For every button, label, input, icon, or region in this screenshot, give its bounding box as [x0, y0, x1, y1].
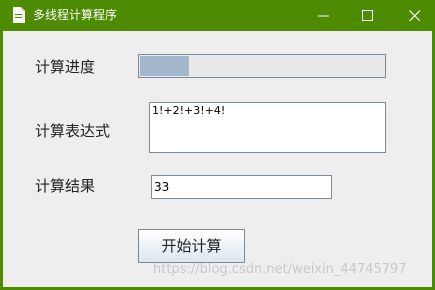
expression-label: 计算表达式: [35, 122, 111, 140]
maximize-button[interactable]: [345, 0, 391, 31]
start-calculation-button[interactable]: 开始计算: [138, 229, 245, 263]
title-bar[interactable]: 多线程计算程序: [3, 0, 435, 31]
minimize-button[interactable]: [301, 0, 347, 31]
app-window: 多线程计算程序 计算进度 计算表达式 1!+2!+3!+4! 计算结果 33 开…: [0, 0, 435, 290]
watermark: https://blog.csdn.net/weixin_44745797: [153, 262, 407, 277]
window-title: 多线程计算程序: [33, 8, 118, 22]
close-icon: [409, 10, 421, 22]
minimize-icon: [318, 15, 329, 17]
maximize-icon: [362, 10, 373, 21]
progress-fill: [140, 56, 189, 76]
progress-label: 计算进度: [35, 58, 96, 76]
close-button[interactable]: [392, 0, 435, 31]
expression-textarea[interactable]: 1!+2!+3!+4!: [149, 102, 386, 153]
java-app-icon: [12, 7, 25, 23]
result-label: 计算结果: [35, 177, 96, 195]
result-field[interactable]: 33: [151, 175, 332, 199]
progress-bar: [138, 54, 386, 78]
